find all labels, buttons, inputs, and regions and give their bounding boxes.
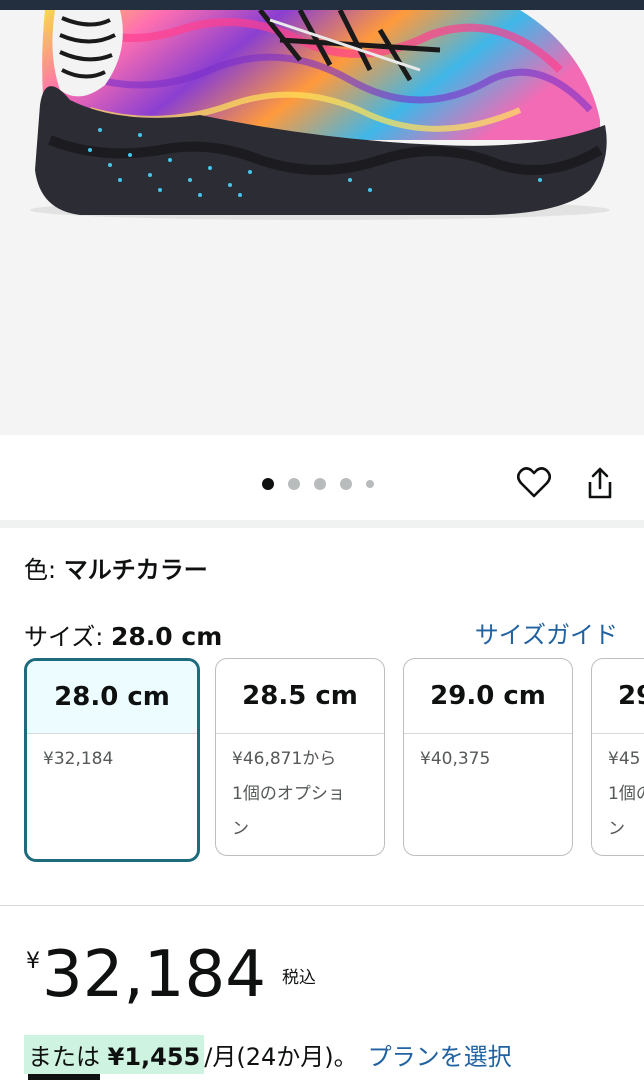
sneaker-illustration	[30, 10, 610, 220]
size-options: 28.0 cm ¥32,184 28.5 cm ¥46,871から 1個のオプシ…	[24, 658, 644, 863]
color-value: マルチカラー	[63, 556, 208, 584]
size-option-price-line: ¥45	[608, 749, 641, 769]
size-option-label: 29.5 cm	[592, 659, 644, 734]
size-option-note-line: ン	[232, 819, 249, 839]
size-option-29-0[interactable]: 29.0 cm ¥40,375	[403, 658, 573, 856]
size-option-label: 28.0 cm	[27, 661, 197, 734]
carousel-dot[interactable]	[340, 478, 352, 490]
size-option-note-line: ン	[608, 819, 625, 839]
image-carousel-dots[interactable]	[262, 477, 374, 491]
size-option-price: ¥45 1個の ン	[592, 734, 644, 855]
price-amount: 32,184	[42, 938, 266, 1012]
carousel-dot-active[interactable]	[262, 478, 274, 490]
carousel-dot[interactable]	[314, 478, 326, 490]
installment-amount: ¥1,455	[107, 1043, 201, 1071]
size-option-price-line: ¥46,871から	[232, 749, 337, 769]
size-option-28-5[interactable]: 28.5 cm ¥46,871から 1個のオプショ ン	[215, 658, 385, 856]
product-image[interactable]	[0, 10, 644, 435]
bottom-edge-fragment	[28, 1074, 100, 1080]
size-option-label: 29.0 cm	[404, 659, 572, 734]
color-label: 色:	[24, 556, 64, 584]
size-option-label: 28.5 cm	[216, 659, 384, 734]
price-block: ¥ 32,184 税込	[26, 935, 316, 1015]
share-button[interactable]	[580, 463, 620, 503]
size-option-price-line: ¥40,375	[420, 749, 491, 769]
section-divider	[0, 520, 644, 528]
tax-included-label: 税込	[281, 968, 316, 988]
select-plan-link[interactable]: プランを選択	[368, 1037, 512, 1072]
size-option-price: ¥40,375	[404, 734, 572, 785]
installment-suffix: /月(24か月)。	[204, 1043, 358, 1071]
price-currency-symbol: ¥	[26, 949, 40, 974]
color-selection: 色: マルチカラー	[24, 550, 208, 585]
carousel-dot[interactable]	[366, 480, 374, 488]
size-option-price-line: ¥32,184	[43, 749, 114, 769]
installment-info: または ¥1,455 /月(24か月)。 プランを選択	[24, 1035, 512, 1074]
heart-icon	[517, 467, 551, 498]
installment-prefix: または	[28, 1043, 108, 1071]
size-guide-link[interactable]: サイズガイド	[475, 615, 618, 650]
share-icon	[588, 467, 612, 499]
image-controls	[0, 435, 644, 520]
size-value: 28.0 cm	[111, 622, 223, 651]
size-selection: サイズ: 28.0 cm	[24, 617, 222, 652]
size-option-note-line: 1個の	[608, 784, 644, 804]
installment-highlight: または ¥1,455	[24, 1035, 205, 1074]
size-label: サイズ:	[24, 623, 111, 651]
size-option-price: ¥46,871から 1個のオプショ ン	[216, 734, 384, 855]
top-status-bar	[0, 0, 644, 10]
price-divider	[0, 905, 644, 906]
size-option-28-0[interactable]: 28.0 cm ¥32,184	[24, 658, 200, 862]
size-option-note-line: 1個のオプショ	[232, 784, 345, 804]
carousel-dot[interactable]	[288, 478, 300, 490]
size-option-29-5[interactable]: 29.5 cm ¥45 1個の ン	[591, 658, 644, 856]
favorite-button[interactable]	[514, 463, 554, 503]
size-option-price: ¥32,184	[27, 734, 197, 785]
